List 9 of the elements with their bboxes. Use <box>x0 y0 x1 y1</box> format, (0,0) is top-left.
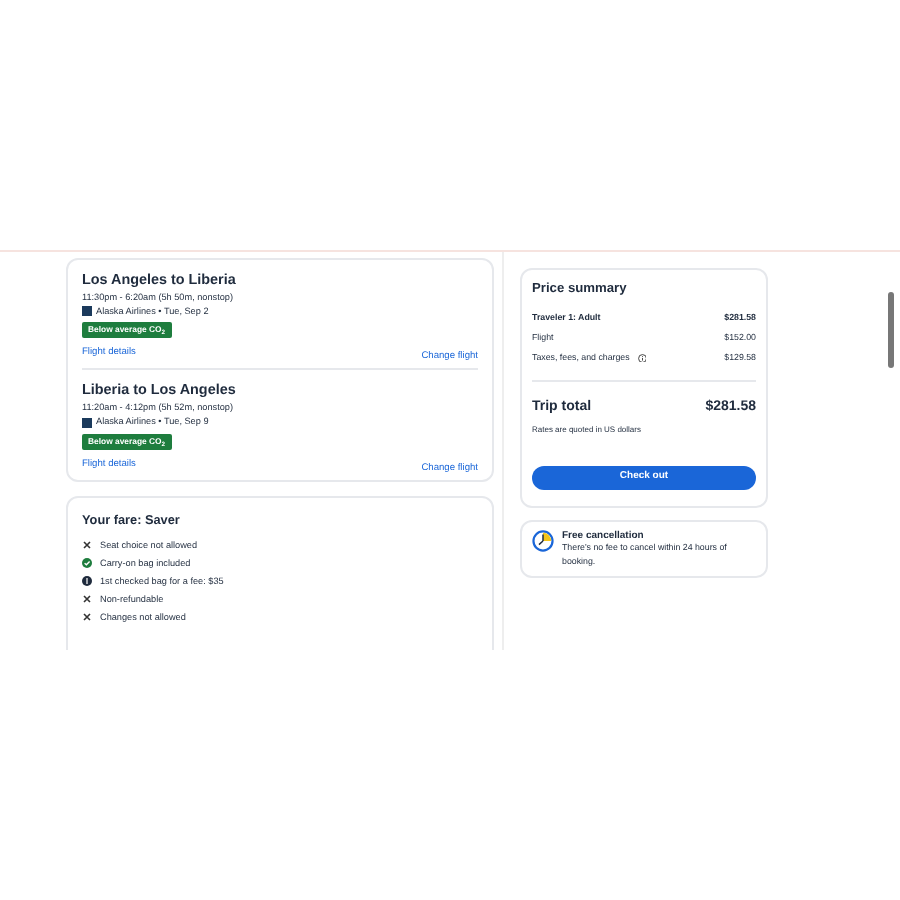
x-icon <box>82 612 92 623</box>
clock-icon <box>532 530 554 553</box>
x-icon <box>82 594 92 605</box>
airline-logo-icon <box>82 306 92 317</box>
check-circle-icon <box>82 558 92 569</box>
x-icon <box>82 540 92 551</box>
info-icon[interactable] <box>637 353 647 363</box>
scrollbar-thumb[interactable] <box>888 292 894 368</box>
airline-logo-icon <box>82 417 92 428</box>
